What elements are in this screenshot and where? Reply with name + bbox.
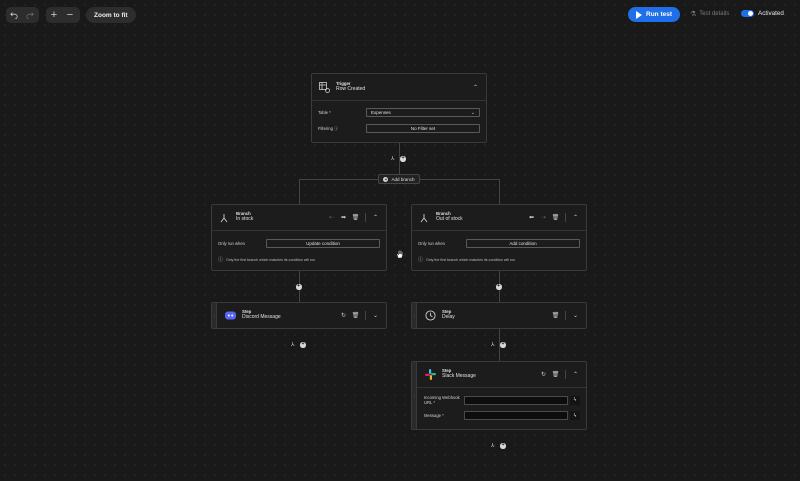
- trigger-connector-controls: ⅄ +: [391, 156, 406, 162]
- test-details-label: Test details: [699, 11, 730, 17]
- card-name: Out of stock: [436, 216, 463, 223]
- slack-connector-controls: ⅄ +: [491, 443, 506, 449]
- arrow-right-icon[interactable]: ⇢: [539, 213, 548, 222]
- branch-note: Only the first branch which matches its …: [226, 257, 316, 262]
- arrow-right-icon[interactable]: ➡: [339, 213, 348, 222]
- refresh-icon[interactable]: ↻: [339, 311, 348, 320]
- chevron-up-icon[interactable]: ⌃: [371, 213, 380, 222]
- add-step-icon[interactable]: +: [496, 283, 502, 290]
- chevron-down-icon[interactable]: ⌄: [571, 311, 580, 320]
- flask-icon: ⚗: [690, 11, 697, 18]
- drag-handle[interactable]: ⋮: [212, 303, 217, 328]
- add-branch-button[interactable]: + Add branch: [378, 174, 420, 184]
- branch-note: Only the first branch which matches its …: [426, 257, 516, 262]
- arrow-left-icon[interactable]: ⇠: [327, 213, 336, 222]
- filter-button[interactable]: No Filter set: [366, 124, 480, 133]
- branch-icon[interactable]: ⅄: [291, 342, 294, 348]
- discord-icon: [224, 310, 236, 322]
- message-label: Message *: [424, 413, 444, 419]
- slack-icon: [424, 369, 436, 381]
- trash-icon[interactable]: 🗑: [551, 213, 560, 222]
- card-name: Delay: [442, 314, 455, 321]
- connector-line: [420, 179, 499, 180]
- card-name: Slack Message: [442, 373, 476, 380]
- connector-line: [299, 179, 300, 204]
- lightning-icon[interactable]: ϟ: [570, 395, 580, 405]
- hand-cursor-icon: [396, 250, 403, 259]
- delay-connector-controls: ⅄ +: [491, 342, 506, 348]
- trash-icon[interactable]: 🗑: [351, 213, 360, 222]
- chevron-down-icon[interactable]: ⌄: [371, 311, 380, 320]
- step-card-discord[interactable]: ⋮ Step Discord Message ↻ 🗑 ⌄: [211, 302, 387, 329]
- connector-line: [299, 179, 378, 180]
- activated-label: Activated: [758, 10, 784, 17]
- message-input[interactable]: [464, 411, 568, 421]
- card-name: Discord Message: [242, 314, 281, 321]
- update-condition-button[interactable]: Update condition: [266, 239, 380, 248]
- trash-icon[interactable]: 🗑: [551, 311, 560, 320]
- info-icon: ⓘ: [334, 125, 339, 131]
- add-branch-label: Add branch: [391, 176, 415, 182]
- test-details-link[interactable]: ⚗ Test details: [690, 10, 729, 18]
- add-step-icon[interactable]: +: [300, 342, 306, 348]
- workflow-canvas[interactable]: + − Zoom to fit Run test ⚗ Test details …: [0, 0, 800, 481]
- undo-icon[interactable]: [6, 7, 22, 23]
- arrow-left-icon[interactable]: ⬅: [527, 213, 536, 222]
- only-run-when-label: Only run when: [418, 241, 445, 246]
- webhook-url-label: Incoming Webhook URL *: [424, 395, 460, 406]
- connector-line: [499, 179, 500, 204]
- info-icon: ⓘ: [418, 257, 424, 263]
- lightning-icon[interactable]: ϟ: [570, 411, 580, 421]
- step-card-slack[interactable]: ⋮ Step Slack Message ↻ 🗑 ⌃ Incoming Webh…: [411, 361, 587, 430]
- table-label: Table *: [318, 110, 331, 115]
- refresh-icon[interactable]: ↻: [539, 370, 548, 379]
- drag-handle[interactable]: ⋮: [412, 362, 417, 429]
- table-select-value: Expenses: [371, 110, 391, 115]
- table-trigger-icon: [318, 81, 330, 93]
- info-icon: ⓘ: [218, 257, 224, 263]
- add-condition-button[interactable]: Add condition: [466, 239, 580, 248]
- chevron-up-icon[interactable]: ⌃: [571, 213, 580, 222]
- history-controls: [6, 7, 39, 23]
- chevron-up-icon[interactable]: ⌃: [571, 370, 580, 379]
- add-step-icon[interactable]: +: [296, 283, 302, 290]
- add-step-icon[interactable]: +: [400, 156, 406, 162]
- add-step-icon[interactable]: +: [500, 342, 506, 348]
- step-card-delay[interactable]: ⋮ Step Delay 🗑 ⌄: [411, 302, 587, 329]
- branch-icon[interactable]: ⅄: [391, 156, 394, 162]
- run-test-label: Run test: [646, 11, 672, 18]
- zoom-to-fit-button[interactable]: Zoom to fit: [86, 7, 136, 23]
- zoom-controls: + −: [46, 7, 80, 23]
- chevron-up-icon[interactable]: ⌃: [471, 83, 480, 92]
- redo-icon[interactable]: [22, 7, 38, 23]
- minus-icon[interactable]: −: [62, 7, 78, 23]
- add-step-icon[interactable]: +: [500, 443, 506, 449]
- webhook-url-input[interactable]: [464, 395, 568, 405]
- branch-card-out-of-stock[interactable]: Branch Out of stock ⬅ ⇢ 🗑 ⌃ Only run whe…: [411, 204, 587, 271]
- plus-icon[interactable]: +: [46, 7, 62, 23]
- trash-icon[interactable]: 🗑: [351, 311, 360, 320]
- discord-connector-controls: ⅄ +: [291, 342, 306, 348]
- activated-toggle[interactable]: Activated: [741, 10, 784, 17]
- filtering-label: Filtering ⓘ: [318, 125, 339, 131]
- clock-icon: [424, 310, 436, 322]
- chevron-down-icon: ⌄: [470, 110, 475, 116]
- card-name: Row Created: [336, 85, 366, 92]
- toggle-switch[interactable]: [741, 10, 754, 17]
- branch-icon[interactable]: ⅄: [491, 443, 494, 449]
- card-name: In stock: [236, 216, 254, 223]
- play-icon: [636, 10, 642, 19]
- branch-icon: [418, 212, 430, 224]
- drag-handle[interactable]: ⋮: [412, 303, 417, 328]
- trigger-card[interactable]: Trigger Row Created ⌃ Table * Expenses ⌄…: [311, 73, 487, 143]
- branch-card-in-stock[interactable]: Branch In stock ⇠ ➡ 🗑 ⌃ Only run when Up…: [211, 204, 387, 271]
- branch-icon[interactable]: ⅄: [491, 342, 494, 348]
- table-select[interactable]: Expenses ⌄: [366, 108, 480, 117]
- run-test-button[interactable]: Run test: [628, 7, 680, 22]
- only-run-when-label: Only run when: [218, 241, 245, 246]
- branch-icon: [218, 212, 230, 224]
- trash-icon[interactable]: 🗑: [551, 370, 560, 379]
- plus-circle-icon: +: [383, 176, 389, 182]
